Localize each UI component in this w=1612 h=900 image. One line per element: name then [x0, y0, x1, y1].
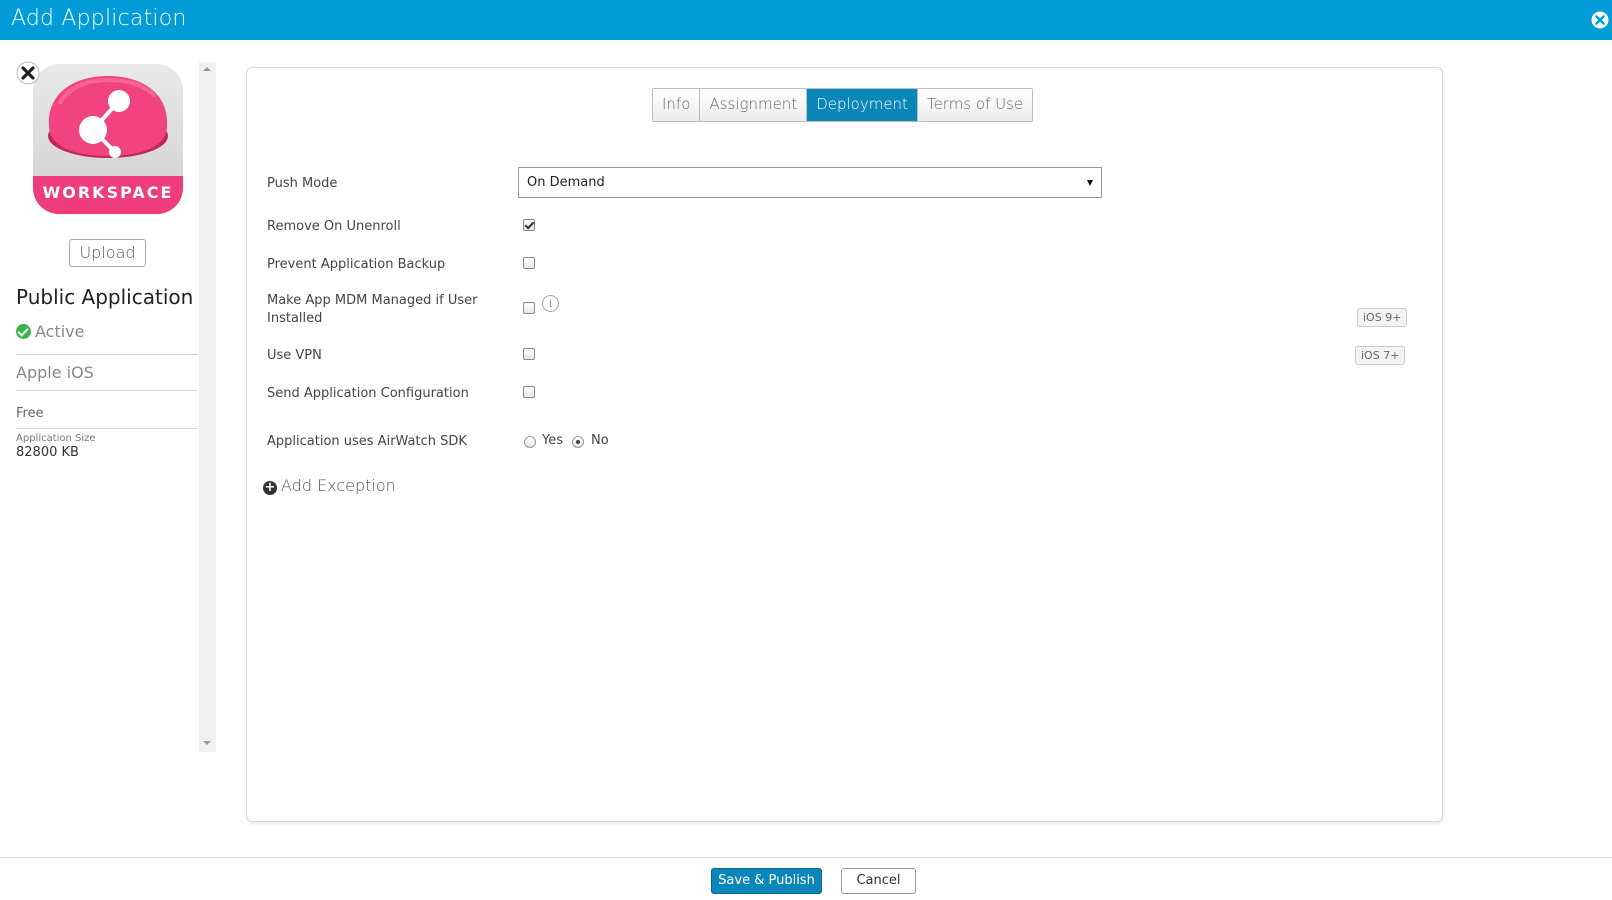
dropdown-caret-icon — [1087, 180, 1093, 186]
sidebar-scrollbar[interactable] — [199, 62, 216, 752]
sdk-no-label: No — [591, 433, 609, 448]
scroll-down-arrow-icon[interactable] — [203, 741, 211, 745]
size-label: Application Size — [16, 433, 96, 444]
info-icon[interactable]: i — [542, 295, 559, 312]
send-config-checkbox[interactable] — [523, 386, 535, 398]
tab-terms-of-use[interactable]: Terms of Use — [917, 89, 1033, 121]
window-titlebar: Add Application — [0, 0, 1612, 40]
push-mode-select[interactable]: On Demand — [518, 167, 1102, 198]
window-title: Add Application — [11, 6, 187, 31]
remove-on-unenroll-checkbox[interactable] — [523, 219, 535, 231]
mdm-managed-label-line2: Installed — [267, 311, 323, 326]
prevent-backup-label: Prevent Application Backup — [267, 257, 446, 272]
push-mode-value: On Demand — [527, 175, 605, 190]
remove-icon[interactable] — [16, 61, 40, 85]
price-row: Free — [16, 391, 198, 429]
cancel-button[interactable]: Cancel — [841, 868, 916, 894]
tab-deployment[interactable]: Deployment — [807, 89, 918, 121]
upload-button[interactable]: Upload — [69, 239, 146, 267]
status-text: Active — [35, 322, 85, 341]
plus-circle-icon: + — [263, 480, 277, 495]
tab-info[interactable]: Info — [653, 89, 701, 121]
mdm-managed-checkbox[interactable] — [523, 302, 535, 314]
app-icon-wordmark: WORKSPACE — [33, 176, 183, 214]
use-vpn-checkbox[interactable] — [523, 348, 535, 360]
workspace-logo-icon — [48, 76, 168, 158]
sdk-yes-radio[interactable] — [524, 436, 536, 448]
push-mode-label: Push Mode — [267, 176, 338, 191]
remove-on-unenroll-label: Remove On Unenroll — [267, 219, 401, 234]
tab-bar: Info Assignment Deployment Terms of Use — [652, 88, 1034, 122]
ios9-badge: iOS 9+ — [1357, 308, 1408, 327]
app-type-heading: Public Application — [16, 285, 194, 309]
check-circle-icon — [16, 324, 31, 339]
close-icon[interactable] — [1591, 11, 1609, 29]
footer-divider — [0, 857, 1612, 858]
add-exception-label: Add Exception — [281, 476, 396, 495]
sdk-yes-label: Yes — [542, 433, 563, 448]
add-exception-link[interactable]: + Add Exception — [263, 476, 396, 495]
scroll-up-arrow-icon[interactable] — [203, 67, 211, 71]
airwatch-sdk-label: Application uses AirWatch SDK — [267, 434, 467, 449]
use-vpn-label: Use VPN — [267, 348, 322, 363]
platform-row: Apple iOS — [16, 355, 198, 391]
send-config-label: Send Application Configuration — [267, 386, 469, 401]
size-value: 82800 KB — [16, 445, 79, 460]
sdk-no-radio[interactable] — [572, 436, 584, 448]
app-sidebar: WORKSPACE Upload Public Application Acti… — [0, 40, 216, 760]
save-publish-button[interactable]: Save & Publish — [711, 868, 822, 894]
ios7-badge: iOS 7+ — [1355, 346, 1406, 365]
status-row: Active — [16, 319, 198, 355]
tab-assignment[interactable]: Assignment — [700, 89, 808, 121]
mdm-managed-label-line1: Make App MDM Managed if User — [267, 293, 478, 308]
app-icon: WORKSPACE — [33, 64, 183, 214]
prevent-backup-checkbox[interactable] — [523, 257, 535, 269]
mdm-managed-label: Make App MDM Managed if User Installed — [267, 292, 477, 328]
